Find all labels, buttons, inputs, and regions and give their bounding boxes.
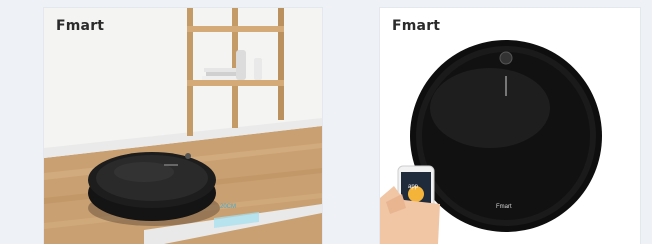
brand-logo: Fmart <box>392 18 441 34</box>
phone-app-label: app <box>408 184 419 190</box>
product-card-right[interactable]: Fmart Fmart app <box>380 8 640 244</box>
robot-brand-label: Fmart <box>496 204 512 210</box>
product-image-room-scene <box>44 8 322 244</box>
product-card-left[interactable]: Fmart 20CM <box>44 8 322 244</box>
floor-height-mark: 20CM <box>220 204 237 210</box>
brand-logo: Fmart <box>56 18 105 34</box>
